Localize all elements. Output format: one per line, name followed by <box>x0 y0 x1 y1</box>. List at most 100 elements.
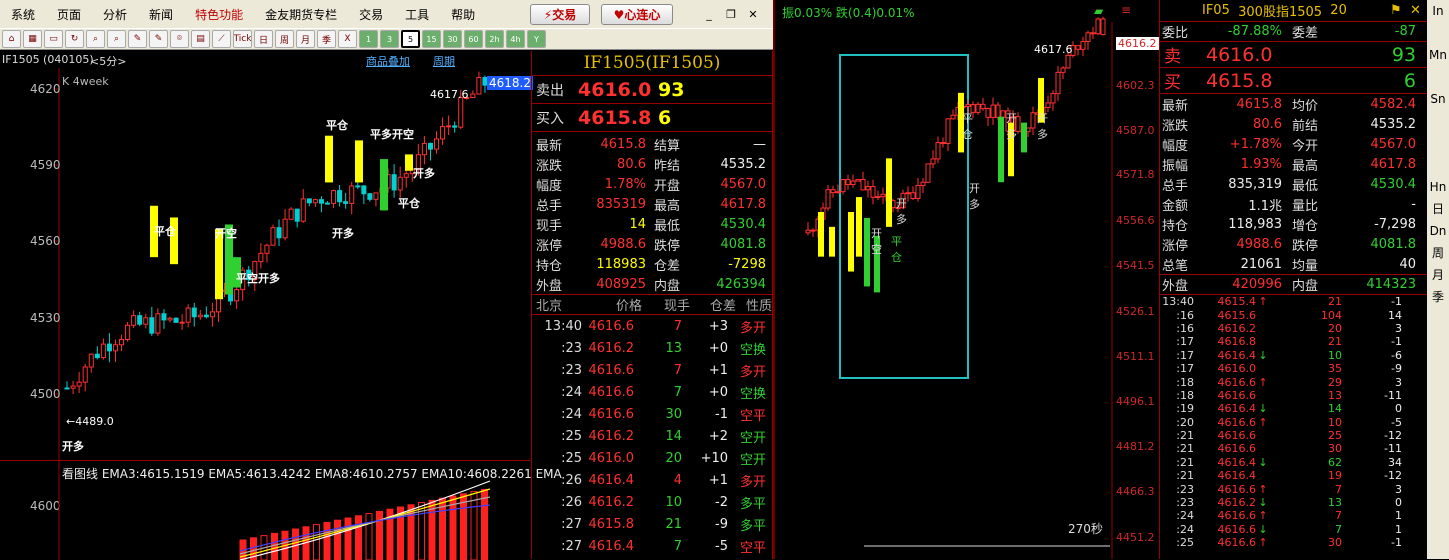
ema-bar <box>460 493 467 560</box>
restore-icon[interactable]: ❐ <box>722 5 740 23</box>
toolbar-button[interactable]: ▦ <box>23 30 42 48</box>
toolbar-button[interactable]: 3 <box>380 30 399 48</box>
candle <box>312 199 318 204</box>
toolbar-button[interactable]: ⌾ <box>170 30 189 48</box>
panel-tick-row: :16 4616.2 20 3 <box>1176 321 1402 335</box>
rt-candle <box>1100 18 1106 36</box>
side-button[interactable]: 月 <box>1427 264 1449 286</box>
candle <box>470 93 476 98</box>
panel-close-icon[interactable]: ✕ <box>1410 3 1421 18</box>
panel-tool-icon[interactable]: ⚑ <box>1390 3 1402 18</box>
menu-news[interactable]: 新闻 <box>138 6 184 23</box>
candle <box>355 185 361 188</box>
menu-page[interactable]: 页面 <box>46 6 92 23</box>
minimize-icon[interactable]: _ <box>700 5 718 23</box>
toolbar-button[interactable]: 15 <box>422 30 441 48</box>
side-button[interactable]: In <box>1427 0 1449 22</box>
toolbar-button[interactable]: ▭ <box>44 30 63 48</box>
ema-bar <box>355 515 362 560</box>
wb-row: 委比 -87.88% 委差 -87 <box>1160 22 1427 42</box>
panel-tick-row: :17 4616.8 21 -1 <box>1176 335 1402 349</box>
pane-divider[interactable] <box>773 0 775 559</box>
candle <box>203 314 209 318</box>
ema-bar <box>449 495 457 560</box>
menu-tools[interactable]: 工具 <box>394 6 440 23</box>
rt-candle <box>1065 54 1071 69</box>
side-button[interactable]: Hn <box>1427 176 1449 198</box>
side-button[interactable] <box>1427 110 1449 132</box>
candle <box>288 208 294 220</box>
realtime-chart[interactable]: 振0.03% 跌(0.4)0.01% ▰ ≡ 4602.3 4587.0 457… <box>776 0 1159 559</box>
rt-candle <box>990 104 996 118</box>
rt-candle <box>825 189 831 209</box>
toolbar-button[interactable]: ⟋ <box>212 30 231 48</box>
connect-button[interactable]: ♥ 心连心 <box>601 4 673 25</box>
panel-tick-row: :18 4616.6 ↑ 29 3 <box>1176 375 1402 389</box>
candle <box>149 317 155 334</box>
toolbar-button[interactable]: 5 <box>401 30 420 48</box>
toolbar-button[interactable]: ↻ <box>65 30 84 48</box>
side-button[interactable] <box>1427 154 1449 176</box>
candle <box>440 126 446 140</box>
toolbar-button[interactable]: ✎ <box>128 30 147 48</box>
side-button[interactable]: Sn <box>1427 88 1449 110</box>
toolbar-button[interactable]: 1 <box>359 30 378 48</box>
panel-tick-row: :23 4616.6 ↑ 7 3 <box>1176 482 1402 496</box>
menu-analysis[interactable]: 分析 <box>92 6 138 23</box>
menu-trade[interactable]: 交易 <box>348 6 394 23</box>
rt-signal <box>1021 122 1027 153</box>
side-button[interactable]: Dn <box>1427 220 1449 242</box>
side-button[interactable] <box>1427 66 1449 88</box>
toolbar-button[interactable]: 季 <box>317 30 336 48</box>
ask-row: 卖出 4616.0 93 <box>532 76 772 104</box>
period-label: <5分> <box>90 55 127 68</box>
toolbar-button[interactable]: ⌕ <box>86 30 105 48</box>
y-tick: 4451.2 <box>1116 531 1155 544</box>
menu-column[interactable]: 金友期货专栏 <box>254 6 348 23</box>
toolbar-button[interactable]: 日 <box>254 30 273 48</box>
toolbar-button[interactable]: ✎ <box>149 30 168 48</box>
toolbar-button[interactable]: 30 <box>443 30 462 48</box>
overlay-link[interactable]: 商品叠加 <box>366 53 410 69</box>
signal-bar <box>325 135 333 183</box>
toolbar-button[interactable]: 2h <box>485 30 504 48</box>
side-button[interactable]: 日 <box>1427 198 1449 220</box>
toolbar-button[interactable]: ▤ <box>191 30 210 48</box>
toolbar-button[interactable]: 4h <box>506 30 525 48</box>
toolbar-button[interactable]: Y <box>527 30 546 48</box>
menu-system[interactable]: 系统 <box>0 6 46 23</box>
candle <box>264 244 270 254</box>
toolbar-button[interactable]: 月 <box>296 30 315 48</box>
panel-stat-row: 总手 835,319 最低 4530.4 <box>1162 176 1416 194</box>
close-icon[interactable]: ✕ <box>744 5 762 23</box>
tick-row: :23 4616.6 7 +1 多开 <box>561 362 766 380</box>
candle <box>125 324 131 340</box>
side-button[interactable] <box>1427 132 1449 154</box>
side-button[interactable]: Mn <box>1427 44 1449 66</box>
cycle-link[interactable]: 周期 <box>433 53 455 69</box>
toolbar-button[interactable]: Tick <box>233 30 252 48</box>
rt-annot: 开空 <box>871 227 882 256</box>
side-button[interactable]: 周 <box>1427 242 1449 264</box>
panel-stat-row: 总笔 21061 均量 40 <box>1162 256 1416 274</box>
y-tick: 4556.6 <box>1116 214 1155 227</box>
tick-list: 13:40 4616.6 7 +3 多开:23 4616.2 13 +0 空换:23 4616.6… <box>532 315 772 557</box>
menu-help[interactable]: 帮助 <box>440 6 486 23</box>
toolbar-button[interactable]: X <box>338 30 357 48</box>
toolbar-button[interactable]: 60 <box>464 30 483 48</box>
candle <box>191 307 197 318</box>
candle <box>331 190 337 204</box>
toolbar-button[interactable]: ⌂ <box>2 30 21 48</box>
toolbar-button[interactable]: ⌕ <box>107 30 126 48</box>
stat-row: 现手 14 最低 4530.4 <box>536 216 766 234</box>
panel-tick-row: :17 4616.4 ↓ 10 -6 <box>1176 348 1402 362</box>
symbol-label: IF1505 (040105) <box>2 53 94 66</box>
candle <box>294 208 300 222</box>
side-button[interactable]: 季 <box>1427 286 1449 308</box>
ema-bar <box>323 521 331 560</box>
side-button[interactable] <box>1427 22 1449 44</box>
kline-chart[interactable]: K 4week 4620 4590 4560 4530 4500 4618.2 … <box>0 68 533 460</box>
menu-features[interactable]: 特色功能 <box>184 6 254 23</box>
toolbar-button[interactable]: 周 <box>275 30 294 48</box>
trade-button[interactable]: ⚡ 交易 <box>530 4 590 25</box>
